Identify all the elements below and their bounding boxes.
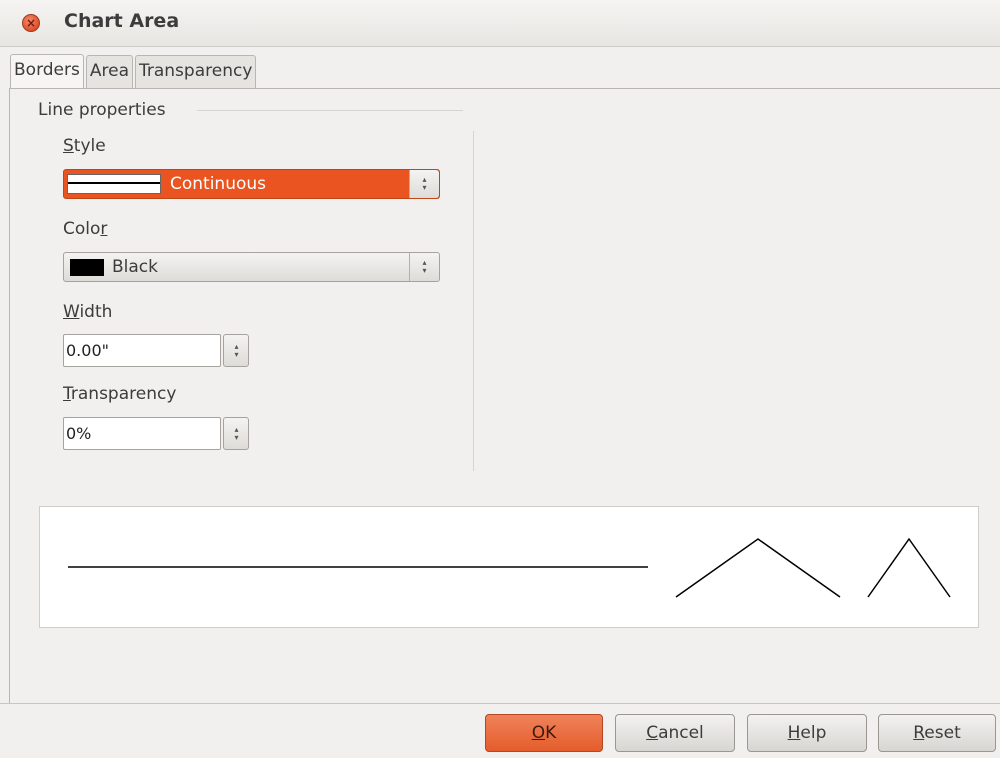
width-input[interactable]: 0.00" xyxy=(63,334,221,367)
tab-transparency[interactable]: Transparency xyxy=(134,55,257,88)
preview-lines-graphic xyxy=(68,537,951,598)
black-color-swatch-icon xyxy=(70,259,104,276)
line-properties-heading: Line properties xyxy=(38,100,166,120)
color-label: Color xyxy=(63,219,108,239)
style-label: Style xyxy=(63,136,106,156)
reset-button[interactable]: Reset xyxy=(878,714,996,752)
width-label: Width xyxy=(63,302,113,322)
vertical-divider xyxy=(473,131,474,471)
transparency-spinfield: 0% ▴ ▾ xyxy=(63,417,249,450)
preview-narrow-angle-line xyxy=(867,537,951,598)
tab-borders[interactable]: Borders xyxy=(10,54,84,89)
color-dropdown-button[interactable]: ▴ ▾ xyxy=(409,253,439,281)
style-value: Continuous xyxy=(170,174,267,194)
line-preview xyxy=(39,506,979,628)
tab-bar: Borders Area Transparency xyxy=(10,54,258,89)
button-area-divider xyxy=(0,703,1000,704)
help-button[interactable]: Help xyxy=(747,714,867,752)
section-divider xyxy=(197,110,463,111)
updown-arrows-icon: ▴ ▾ xyxy=(422,175,427,192)
transparency-label: Transparency xyxy=(63,384,177,404)
updown-arrows-icon: ▴ ▾ xyxy=(234,342,239,359)
color-listbox[interactable]: Black ▴ ▾ xyxy=(63,252,440,282)
transparency-input[interactable]: 0% xyxy=(63,417,221,450)
updown-arrows-icon: ▴ ▾ xyxy=(422,258,427,275)
ok-button[interactable]: OK xyxy=(485,714,603,752)
style-listbox[interactable]: Continuous ▴ ▾ xyxy=(63,169,440,199)
color-value: Black xyxy=(112,257,158,277)
transparency-spin-button[interactable]: ▴ ▾ xyxy=(223,417,249,450)
tab-area[interactable]: Area xyxy=(85,55,133,88)
title-bar: × Chart Area xyxy=(0,0,1000,47)
line-style-swatch-icon xyxy=(67,174,161,194)
close-icon[interactable]: × xyxy=(22,14,40,32)
window-title: Chart Area xyxy=(64,10,180,32)
updown-arrows-icon: ▴ ▾ xyxy=(234,425,239,442)
width-spinfield: 0.00" ▴ ▾ xyxy=(63,334,249,367)
cancel-button[interactable]: Cancel xyxy=(615,714,735,752)
preview-wide-angle-line xyxy=(675,538,841,598)
style-dropdown-button[interactable]: ▴ ▾ xyxy=(409,170,439,198)
width-spin-button[interactable]: ▴ ▾ xyxy=(223,334,249,367)
